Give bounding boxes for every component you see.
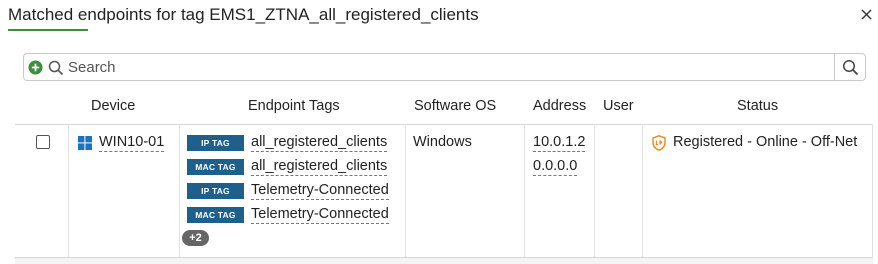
column-divider: [594, 124, 595, 258]
endpoint-tag[interactable]: MAC TAG Telemetry-Connected: [187, 206, 389, 224]
column-header-endpoint-tags[interactable]: Endpoint Tags: [248, 98, 340, 114]
column-divider: [524, 124, 525, 258]
search-input[interactable]: [68, 57, 828, 77]
endpoint-tag[interactable]: IP TAG all_registered_clients: [187, 134, 388, 152]
title-underline: [8, 29, 88, 31]
column-header-address[interactable]: Address: [533, 98, 586, 114]
tag-name[interactable]: Telemetry-Connected: [251, 206, 389, 224]
tag-name[interactable]: all_registered_clients: [251, 134, 388, 152]
device-name-link[interactable]: WIN10-01: [99, 134, 165, 152]
dialog-title: Matched endpoints for tag EMS1_ZTNA_all_…: [8, 5, 479, 24]
column-divider: [872, 124, 873, 258]
search-icon: [48, 60, 64, 81]
row-checkbox[interactable]: [36, 135, 50, 149]
column-divider: [405, 124, 406, 258]
table-bottom-border: [15, 257, 873, 264]
column-divider: [179, 124, 180, 258]
tag-type-badge: IP TAG: [187, 183, 244, 199]
tag-name[interactable]: all_registered_clients: [251, 158, 388, 176]
search-bar: [23, 53, 866, 81]
column-divider: [642, 124, 643, 258]
plus-circle-icon[interactable]: [28, 60, 43, 80]
more-tags-badge[interactable]: +2: [182, 230, 209, 246]
matched-endpoints-dialog: Matched endpoints for tag EMS1_ZTNA_all_…: [0, 0, 878, 264]
column-header-software-os[interactable]: Software OS: [414, 98, 496, 114]
tag-type-badge: IP TAG: [187, 135, 244, 151]
column-divider: [68, 124, 69, 258]
column-header-status[interactable]: Status: [737, 98, 778, 114]
search-button[interactable]: [834, 54, 865, 80]
search-icon: [842, 59, 858, 75]
close-icon: [861, 9, 871, 19]
column-header-device[interactable]: Device: [91, 98, 135, 114]
status-value: Registered - Online - Off-Net: [673, 134, 858, 150]
address-ip[interactable]: 10.0.1.2: [533, 134, 586, 152]
endpoint-tag[interactable]: IP TAG Telemetry-Connected: [187, 182, 389, 200]
address-mac[interactable]: 0.0.0.0: [533, 158, 578, 176]
close-button[interactable]: [858, 6, 874, 22]
tag-type-badge: MAC TAG: [187, 159, 244, 175]
tag-type-badge: MAC TAG: [187, 207, 244, 223]
shield-icon: [652, 135, 666, 156]
windows-icon: [78, 136, 92, 155]
column-header-user[interactable]: User: [603, 98, 634, 114]
endpoint-tag[interactable]: MAC TAG all_registered_clients: [187, 158, 388, 176]
tag-name[interactable]: Telemetry-Connected: [251, 182, 389, 200]
software-os-value: Windows: [413, 134, 472, 150]
